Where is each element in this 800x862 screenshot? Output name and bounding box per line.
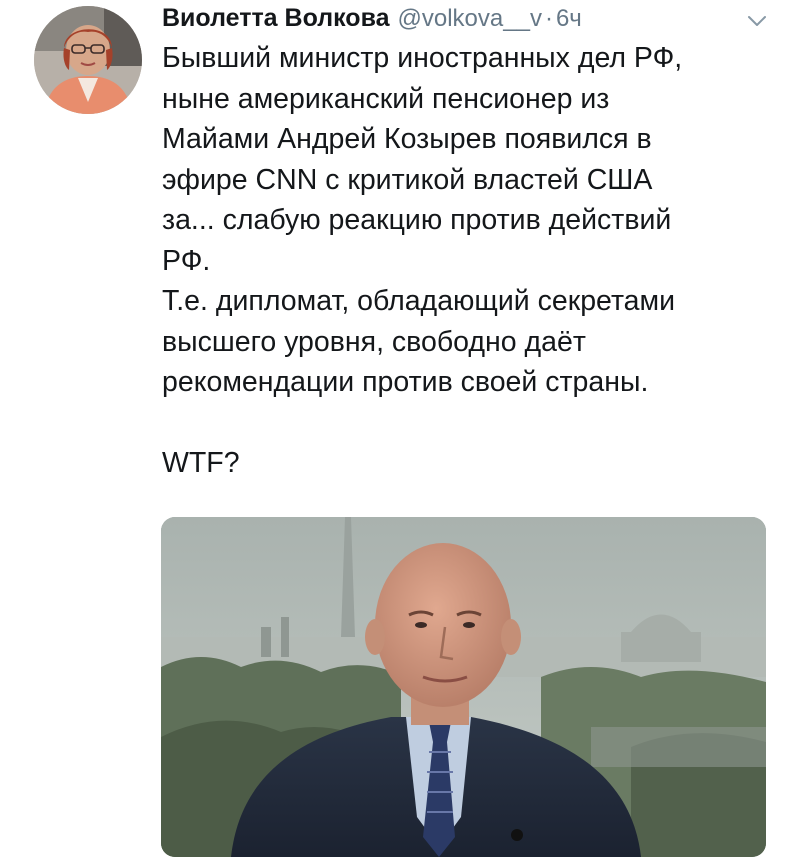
tweet-text-line: эфире CNN с критикой властей США — [162, 163, 653, 196]
tweet-media-photo[interactable] — [161, 517, 766, 857]
tweet-text-line: Бывший министр иностранных дел РФ, — [162, 42, 683, 74]
tweet-text-line: рекомендации против своей страны. — [162, 366, 649, 398]
tweet-text-line: Майами Андрей Козырев появился в — [162, 123, 652, 155]
tweet-header: Виолетта Волкова @volkova__v · 6ч — [162, 4, 770, 36]
tweet-text-line: высшего уровня, свободно даёт — [162, 325, 586, 358]
chevron-down-icon[interactable] — [746, 10, 768, 32]
avatar[interactable] — [34, 6, 142, 114]
author-name[interactable]: Виолетта Волкова — [162, 4, 390, 33]
tweet-text-line: за... слабую реакцию против действий — [162, 204, 672, 236]
tweet-text-line: Т.е. дипломат, обладающий секретами — [162, 285, 676, 317]
tweet-text-line: ныне американский пенсионер из — [162, 82, 610, 115]
tweet-text: Бывший министр иностранных дел РФ, ныне … — [162, 38, 782, 484]
tweet-text-line: РФ. — [162, 244, 211, 277]
tweet-text-line: WTF? — [162, 447, 240, 479]
author-handle[interactable]: @volkova__v — [398, 5, 542, 33]
tweet-timestamp[interactable]: 6ч — [556, 5, 582, 33]
separator-dot: · — [544, 5, 553, 32]
